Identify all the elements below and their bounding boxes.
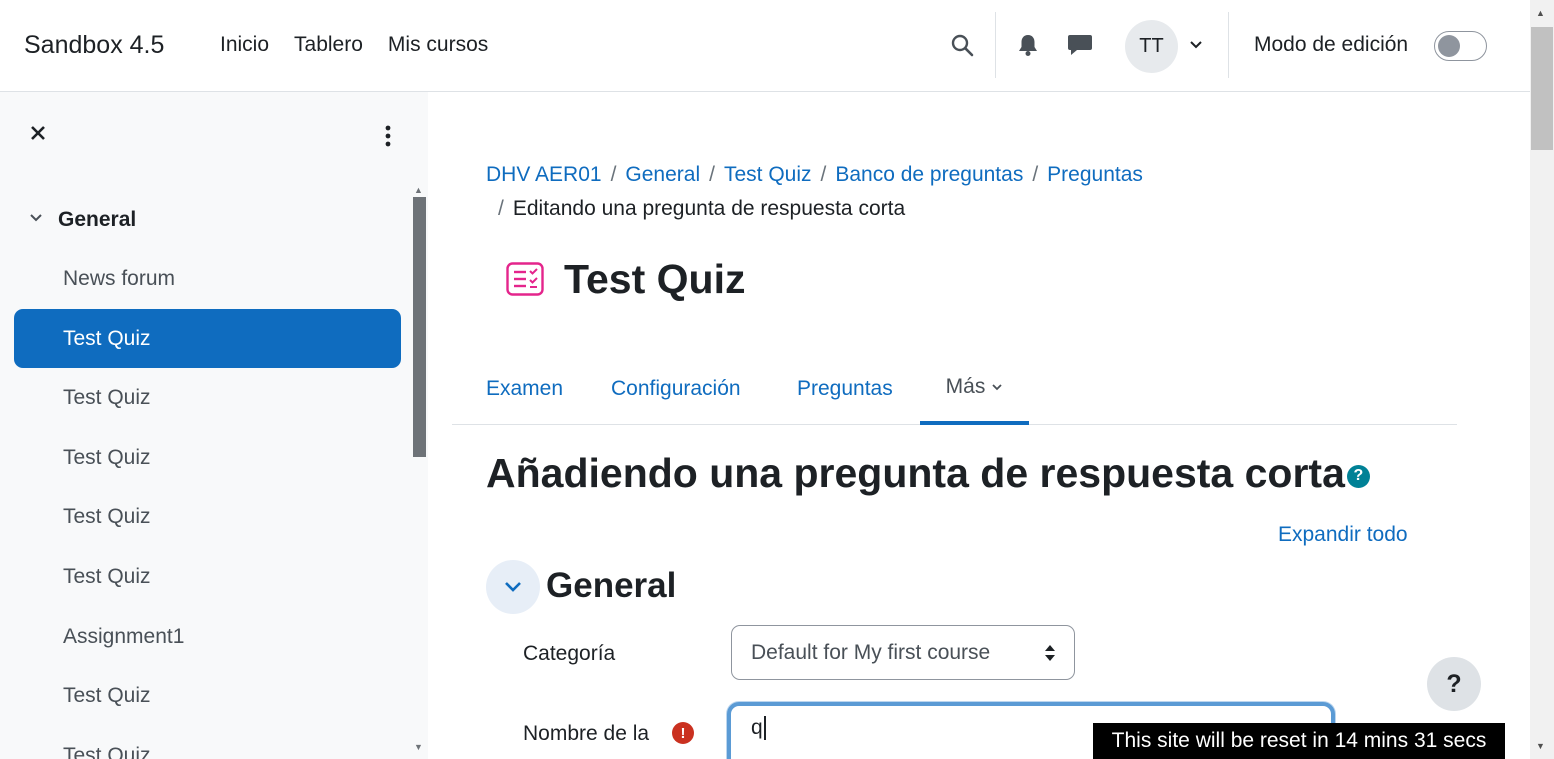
category-label: Categoría (523, 642, 616, 665)
course-index-item[interactable]: Test Quiz (14, 666, 401, 725)
toggle-knob (1438, 35, 1460, 57)
chevron-down-icon (28, 208, 44, 232)
select-arrows-icon (1044, 643, 1056, 669)
breadcrumb: DHV AER01 / General / Test Quiz / Banco de pre… (486, 158, 1246, 226)
nav-link-mis-cursos[interactable]: Mis cursos (388, 33, 488, 57)
scroll-up-arrow-icon[interactable]: ▲ (1536, 8, 1545, 18)
help-icon[interactable]: ? (1346, 464, 1370, 488)
user-avatar[interactable]: TT (1125, 20, 1178, 73)
course-index-item[interactable]: Test Quiz (14, 368, 401, 427)
scroll-down-arrow-icon[interactable]: ▼ (414, 742, 423, 752)
course-index-item[interactable]: Test Quiz (14, 547, 401, 606)
breadcrumb-link[interactable]: Banco de preguntas (835, 163, 1023, 186)
drawer-scrollbar-thumb[interactable] (413, 197, 426, 457)
question-name-value: q (751, 716, 763, 739)
breadcrumb-separator: / (498, 197, 504, 220)
breadcrumb-link[interactable]: General (625, 163, 700, 186)
primary-navigation: Inicio Tablero Mis cursos (220, 33, 488, 57)
chat-bubble-icon[interactable] (1066, 30, 1094, 60)
site-reset-banner: This site will be reset in 14 mins 31 se… (1093, 723, 1505, 759)
scroll-down-arrow-icon[interactable]: ▼ (1536, 741, 1545, 751)
tab-mas[interactable]: Más (920, 352, 1029, 425)
question-name-label: Nombre de la (523, 722, 650, 745)
edit-mode-toggle[interactable] (1434, 31, 1487, 61)
top-navbar: Sandbox 4.5 Inicio Tablero Mis cursos TT… (0, 0, 1530, 92)
close-icon[interactable] (28, 122, 48, 150)
nav-link-inicio[interactable]: Inicio (220, 33, 269, 57)
page-scrollbar-thumb[interactable] (1531, 27, 1553, 150)
section-heading-general: General (546, 566, 677, 605)
text-cursor (763, 716, 766, 741)
course-section-label: General (58, 208, 137, 231)
form-heading: Añadiendo una pregunta de respuesta cort… (486, 450, 1370, 497)
course-index-item[interactable]: Test Quiz (14, 487, 401, 546)
breadcrumb-link[interactable]: Test Quiz (724, 163, 812, 186)
breadcrumb-current: Editando una pregunta de respuesta corta (512, 197, 906, 220)
scroll-up-arrow-icon[interactable]: ▲ (414, 185, 423, 195)
bell-icon[interactable] (1014, 30, 1042, 60)
course-index-item[interactable]: Assignment1 (14, 607, 401, 666)
expand-all-link[interactable]: Expandir todo (1278, 523, 1408, 547)
chevron-down-icon (505, 582, 521, 592)
course-index-item[interactable]: News forum (14, 249, 401, 308)
breadcrumb-link[interactable]: DHV AER01 (486, 163, 602, 186)
breadcrumb-separator: / (610, 163, 617, 186)
floating-help-button[interactable]: ? (1427, 657, 1481, 711)
category-select-value: Default for My first course (751, 640, 991, 664)
tab-examen[interactable]: Examen (486, 352, 563, 425)
tab-configuracion[interactable]: Configuración (611, 352, 741, 425)
quiz-icon (506, 262, 544, 296)
course-index-drawer: General News forum Test Quiz Test Quiz T… (0, 92, 428, 759)
chevron-down-icon (991, 375, 1003, 399)
tab-preguntas[interactable]: Preguntas (797, 352, 893, 425)
chevron-down-icon[interactable] (1188, 37, 1204, 58)
course-index-item-active[interactable]: Test Quiz (14, 309, 401, 368)
breadcrumb-separator: / (709, 163, 715, 186)
main-content: DHV AER01 / General / Test Quiz / Banco de pre… (428, 92, 1530, 759)
tab-mas-label: Más (945, 374, 986, 398)
secondary-navigation-tabs: Examen Configuración Preguntas Más (452, 352, 1457, 425)
course-index-item[interactable]: Test Quiz (14, 428, 401, 487)
kebab-menu-icon[interactable] (380, 124, 396, 153)
site-brand[interactable]: Sandbox 4.5 (24, 31, 164, 60)
nav-link-tablero[interactable]: Tablero (294, 33, 363, 57)
navbar-divider (1228, 12, 1229, 78)
collapse-section-button[interactable] (486, 560, 540, 614)
course-index-item[interactable]: Test Quiz (14, 726, 401, 759)
edit-mode-label: Modo de edición (1254, 33, 1409, 56)
page-title: Test Quiz (564, 256, 746, 302)
navbar-divider (995, 12, 996, 78)
required-icon: ! (672, 722, 694, 744)
course-section-general[interactable]: General (28, 208, 136, 232)
breadcrumb-separator: / (1032, 163, 1039, 186)
breadcrumb-separator: / (820, 163, 827, 186)
breadcrumb-link[interactable]: Preguntas (1047, 163, 1143, 186)
category-select[interactable]: Default for My first course (731, 625, 1075, 680)
search-icon[interactable] (948, 30, 976, 60)
form-heading-text: Añadiendo una pregunta de respuesta cort… (486, 450, 1345, 496)
